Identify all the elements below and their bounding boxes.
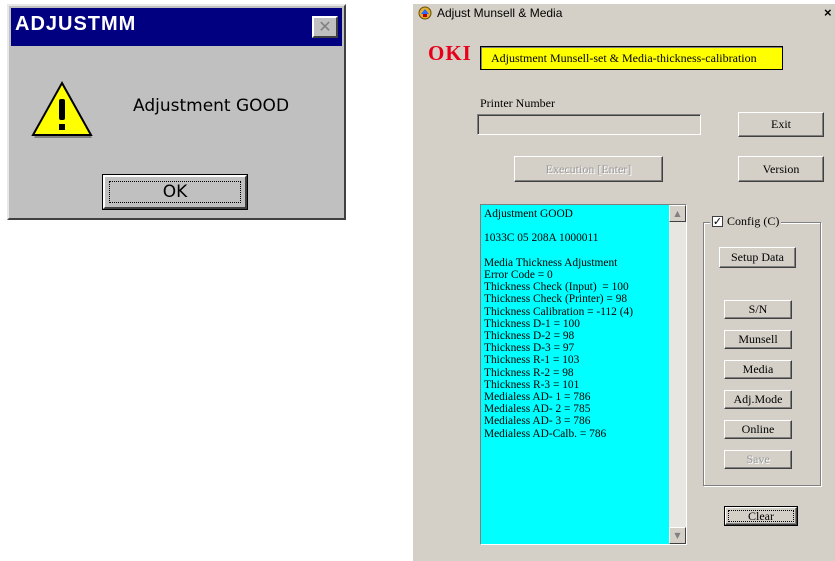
output-line: Thickness D-3 = 97: [484, 342, 575, 355]
config-label: Config (C): [727, 214, 780, 228]
output-line: Thickness Calibration = -112 (4): [484, 305, 633, 318]
output-line: Error Code = 0: [484, 269, 553, 282]
oki-logo: OKI: [428, 41, 472, 65]
exit-button[interactable]: Exit: [738, 112, 824, 137]
scroll-up-icon[interactable]: ▲: [669, 205, 686, 222]
app-icon: [418, 6, 432, 20]
headline-banner: Adjustment Munsell-set & Media-thickness…: [480, 46, 783, 70]
output-line: Thickness R-3 = 101: [484, 378, 580, 391]
setup-data-button[interactable]: Setup Data: [719, 247, 796, 268]
execution-button[interactable]: Execution [Enter]: [514, 156, 663, 182]
media-button[interactable]: Media: [724, 360, 792, 379]
output-line: Adjustment GOOD: [484, 208, 573, 220]
output-line: Thickness Check (Printer) = 98: [484, 293, 628, 306]
output-log[interactable]: Adjustment GOOD 1033C 05 208A 1000011 Me…: [480, 204, 687, 545]
output-line: Thickness R-1 = 103: [484, 354, 580, 367]
output-line: Thickness R-2 = 98: [484, 366, 574, 379]
window-title: Adjust Munsell & Media: [437, 6, 563, 20]
output-line: Thickness Check (Input) = 100: [484, 281, 629, 294]
ok-button[interactable]: OK: [102, 174, 248, 210]
output-line: Medialess AD- 2 = 785: [484, 403, 591, 416]
save-button[interactable]: Save: [724, 450, 792, 469]
adj-mode-button[interactable]: Adj.Mode: [724, 390, 792, 409]
message-box-titlebar: ADJUSTMM ✕: [11, 8, 342, 46]
checkmark-icon: ✓: [712, 215, 723, 228]
scroll-down-icon[interactable]: ▼: [669, 527, 686, 544]
window-titlebar: Adjust Munsell & Media ×: [413, 4, 835, 22]
config-checkbox[interactable]: ✓ Config (C): [710, 214, 782, 229]
clear-button[interactable]: Clear: [725, 507, 797, 525]
output-line: Medialess AD- 3 = 786: [484, 415, 591, 428]
printer-number-input[interactable]: [477, 114, 701, 135]
output-text: Adjustment GOOD 1033C 05 208A 1000011 Me…: [481, 205, 669, 544]
adjust-munsell-media-window: Adjust Munsell & Media × OKI Adjustment …: [413, 4, 835, 561]
output-scrollbar[interactable]: ▲ ▼: [669, 205, 686, 544]
warning-icon: [31, 80, 93, 138]
output-line: Medialess AD-Calb. = 786: [484, 427, 607, 440]
sn-button[interactable]: S/N: [724, 300, 792, 319]
output-line: Thickness D-1 = 100: [484, 317, 580, 330]
message-text: Adjustment GOOD: [133, 96, 290, 116]
version-button[interactable]: Version: [738, 156, 824, 182]
output-line: Medialess AD- 1 = 786: [484, 391, 591, 404]
window-close-button[interactable]: ×: [824, 5, 832, 20]
munsell-button[interactable]: Munsell: [724, 330, 792, 349]
output-line: 1033C 05 208A 1000011: [484, 232, 599, 245]
message-box: ADJUSTMM ✕ Adjustment GOOD OK: [7, 4, 346, 220]
ok-button-label: OK: [109, 181, 241, 203]
message-box-title: ADJUSTMM: [15, 13, 137, 35]
close-icon: ✕: [318, 17, 332, 36]
output-line: Thickness D-2 = 98: [484, 330, 575, 343]
printer-number-label: Printer Number: [480, 96, 555, 110]
online-button[interactable]: Online: [724, 420, 792, 439]
output-line: Media Thickness Adjustment: [484, 256, 618, 269]
message-box-close-button[interactable]: ✕: [312, 16, 338, 38]
